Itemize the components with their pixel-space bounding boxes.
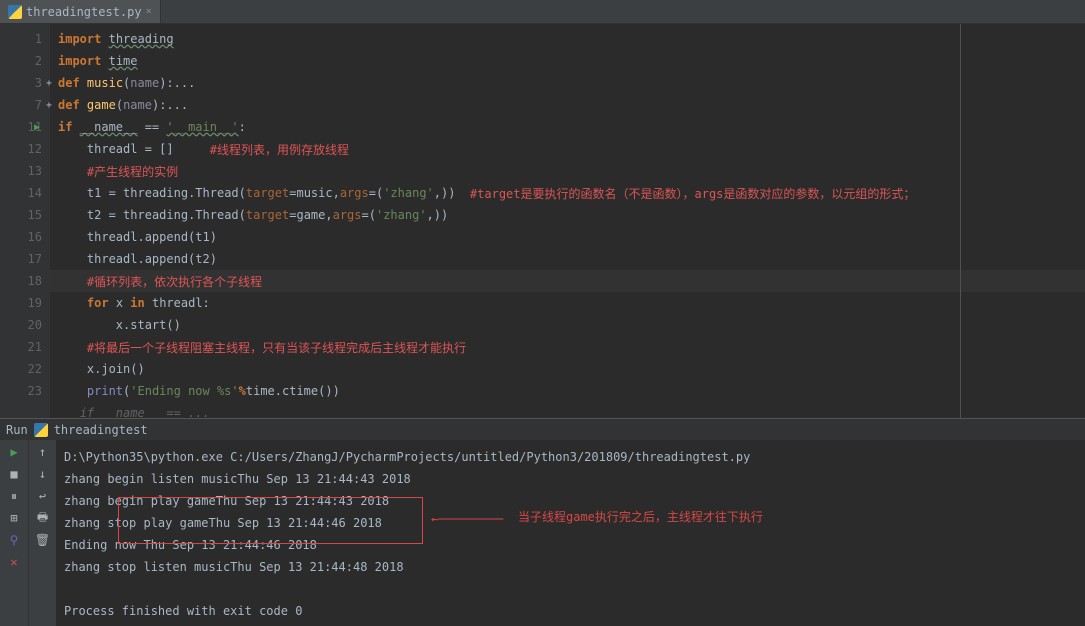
ruler (960, 24, 961, 418)
code-line: threadl.append(t1) (50, 226, 1085, 248)
code-line: threadl = [] #线程列表，用例存放线程 (50, 138, 1085, 160)
console-line (64, 578, 1077, 600)
code-line: #产生线程的实例 (50, 160, 1085, 182)
python-icon (34, 423, 48, 437)
line-number: 18 (0, 270, 50, 292)
console-output[interactable]: D:\Python35\python.exe C:/Users/ZhangJ/P… (56, 440, 1085, 626)
trash-icon[interactable]: 🗑 (35, 532, 51, 548)
code-line: #循环列表，依次执行各个子线程 (50, 270, 1085, 292)
layout-icon[interactable]: ⊞ (6, 510, 22, 526)
line-number: 21 (0, 336, 50, 358)
run-label: Run (6, 423, 28, 437)
code-line: if __name__ == '__main__': (50, 116, 1085, 138)
run-config: threadingtest (54, 423, 148, 437)
code-line: t1 = threading.Thread(target=music,args=… (50, 182, 1085, 204)
line-number: 14 (0, 182, 50, 204)
code-line: t2 = threading.Thread(target=game,args=(… (50, 204, 1085, 226)
print-icon[interactable]: 🖶 (35, 510, 51, 526)
close-icon[interactable]: × (146, 6, 152, 17)
console-line: zhang begin listen musicThu Sep 13 21:44… (64, 468, 1077, 490)
run-panel: ▶ ■ ⏸ ⊞ ⚲ ✕ ↑ ↓ ↩ 🖶 🗑 D:\Python35\python… (0, 440, 1085, 626)
line-number: 12 (0, 138, 50, 160)
wrap-icon[interactable]: ↩ (35, 488, 51, 504)
run-toolbar2: ↑ ↓ ↩ 🖶 🗑 (28, 440, 56, 626)
stop-icon[interactable]: ■ (6, 466, 22, 482)
pause-icon[interactable]: ⏸ (6, 488, 22, 504)
code-line: def music(name):... (50, 72, 1085, 94)
python-icon (8, 5, 22, 19)
code-line: print('Ending now %s'%time.ctime()) (50, 380, 1085, 402)
file-tab[interactable]: threadingtest.py × (0, 0, 161, 23)
run-header: Run threadingtest (0, 418, 1085, 440)
line-number: 17 (0, 248, 50, 270)
dump-icon[interactable]: ⚲ (6, 532, 22, 548)
arrow-icon: ←───────── (431, 512, 503, 526)
annotation-text: 当子线程game执行完之后，主线程才往下执行 (518, 508, 763, 525)
line-number: 2 (0, 50, 50, 72)
code-line: x.start() (50, 314, 1085, 336)
highlight-box (118, 497, 423, 544)
run-marker-icon[interactable]: ▶ (34, 122, 40, 133)
up-icon[interactable]: ↑ (35, 444, 51, 460)
code-line: threadl.append(t2) (50, 248, 1085, 270)
console-line: D:\Python35\python.exe C:/Users/ZhangJ/P… (64, 446, 1077, 468)
tab-filename: threadingtest.py (26, 5, 142, 19)
breadcrumb-hint: if __name__ == ... (50, 402, 1085, 418)
line-number: 16 (0, 226, 50, 248)
line-number: 13 (0, 160, 50, 182)
code-line: import time (50, 50, 1085, 72)
code-line: import threading (50, 28, 1085, 50)
line-number: 3+ (0, 72, 50, 94)
code-line: #将最后一个子线程阻塞主线程，只有当该子线程完成后主线程才能执行 (50, 336, 1085, 358)
line-number: 15 (0, 204, 50, 226)
line-number: 22 (0, 358, 50, 380)
line-number: 19 (0, 292, 50, 314)
code-line: x.join() (50, 358, 1085, 380)
console-line: Process finished with exit code 0 (64, 600, 1077, 622)
code-area[interactable]: import threading import time def music(n… (50, 24, 1085, 418)
close-icon[interactable]: ✕ (6, 554, 22, 570)
console-line: zhang stop listen musicThu Sep 13 21:44:… (64, 556, 1077, 578)
line-number: ▶11 (0, 116, 50, 138)
tab-bar: threadingtest.py × (0, 0, 1085, 24)
line-number: 20 (0, 314, 50, 336)
code-line: def game(name):... (50, 94, 1085, 116)
line-number: 23 (0, 380, 50, 402)
run-toolbar: ▶ ■ ⏸ ⊞ ⚲ ✕ (0, 440, 28, 626)
rerun-icon[interactable]: ▶ (6, 444, 22, 460)
line-number: 7+ (0, 94, 50, 116)
code-line: for x in threadl: (50, 292, 1085, 314)
line-number: 1 (0, 28, 50, 50)
down-icon[interactable]: ↓ (35, 466, 51, 482)
editor: 1 2 3+ 7+ ▶11 12 13 14 15 16 17 18 19 20… (0, 24, 1085, 418)
gutter: 1 2 3+ 7+ ▶11 12 13 14 15 16 17 18 19 20… (0, 24, 50, 418)
